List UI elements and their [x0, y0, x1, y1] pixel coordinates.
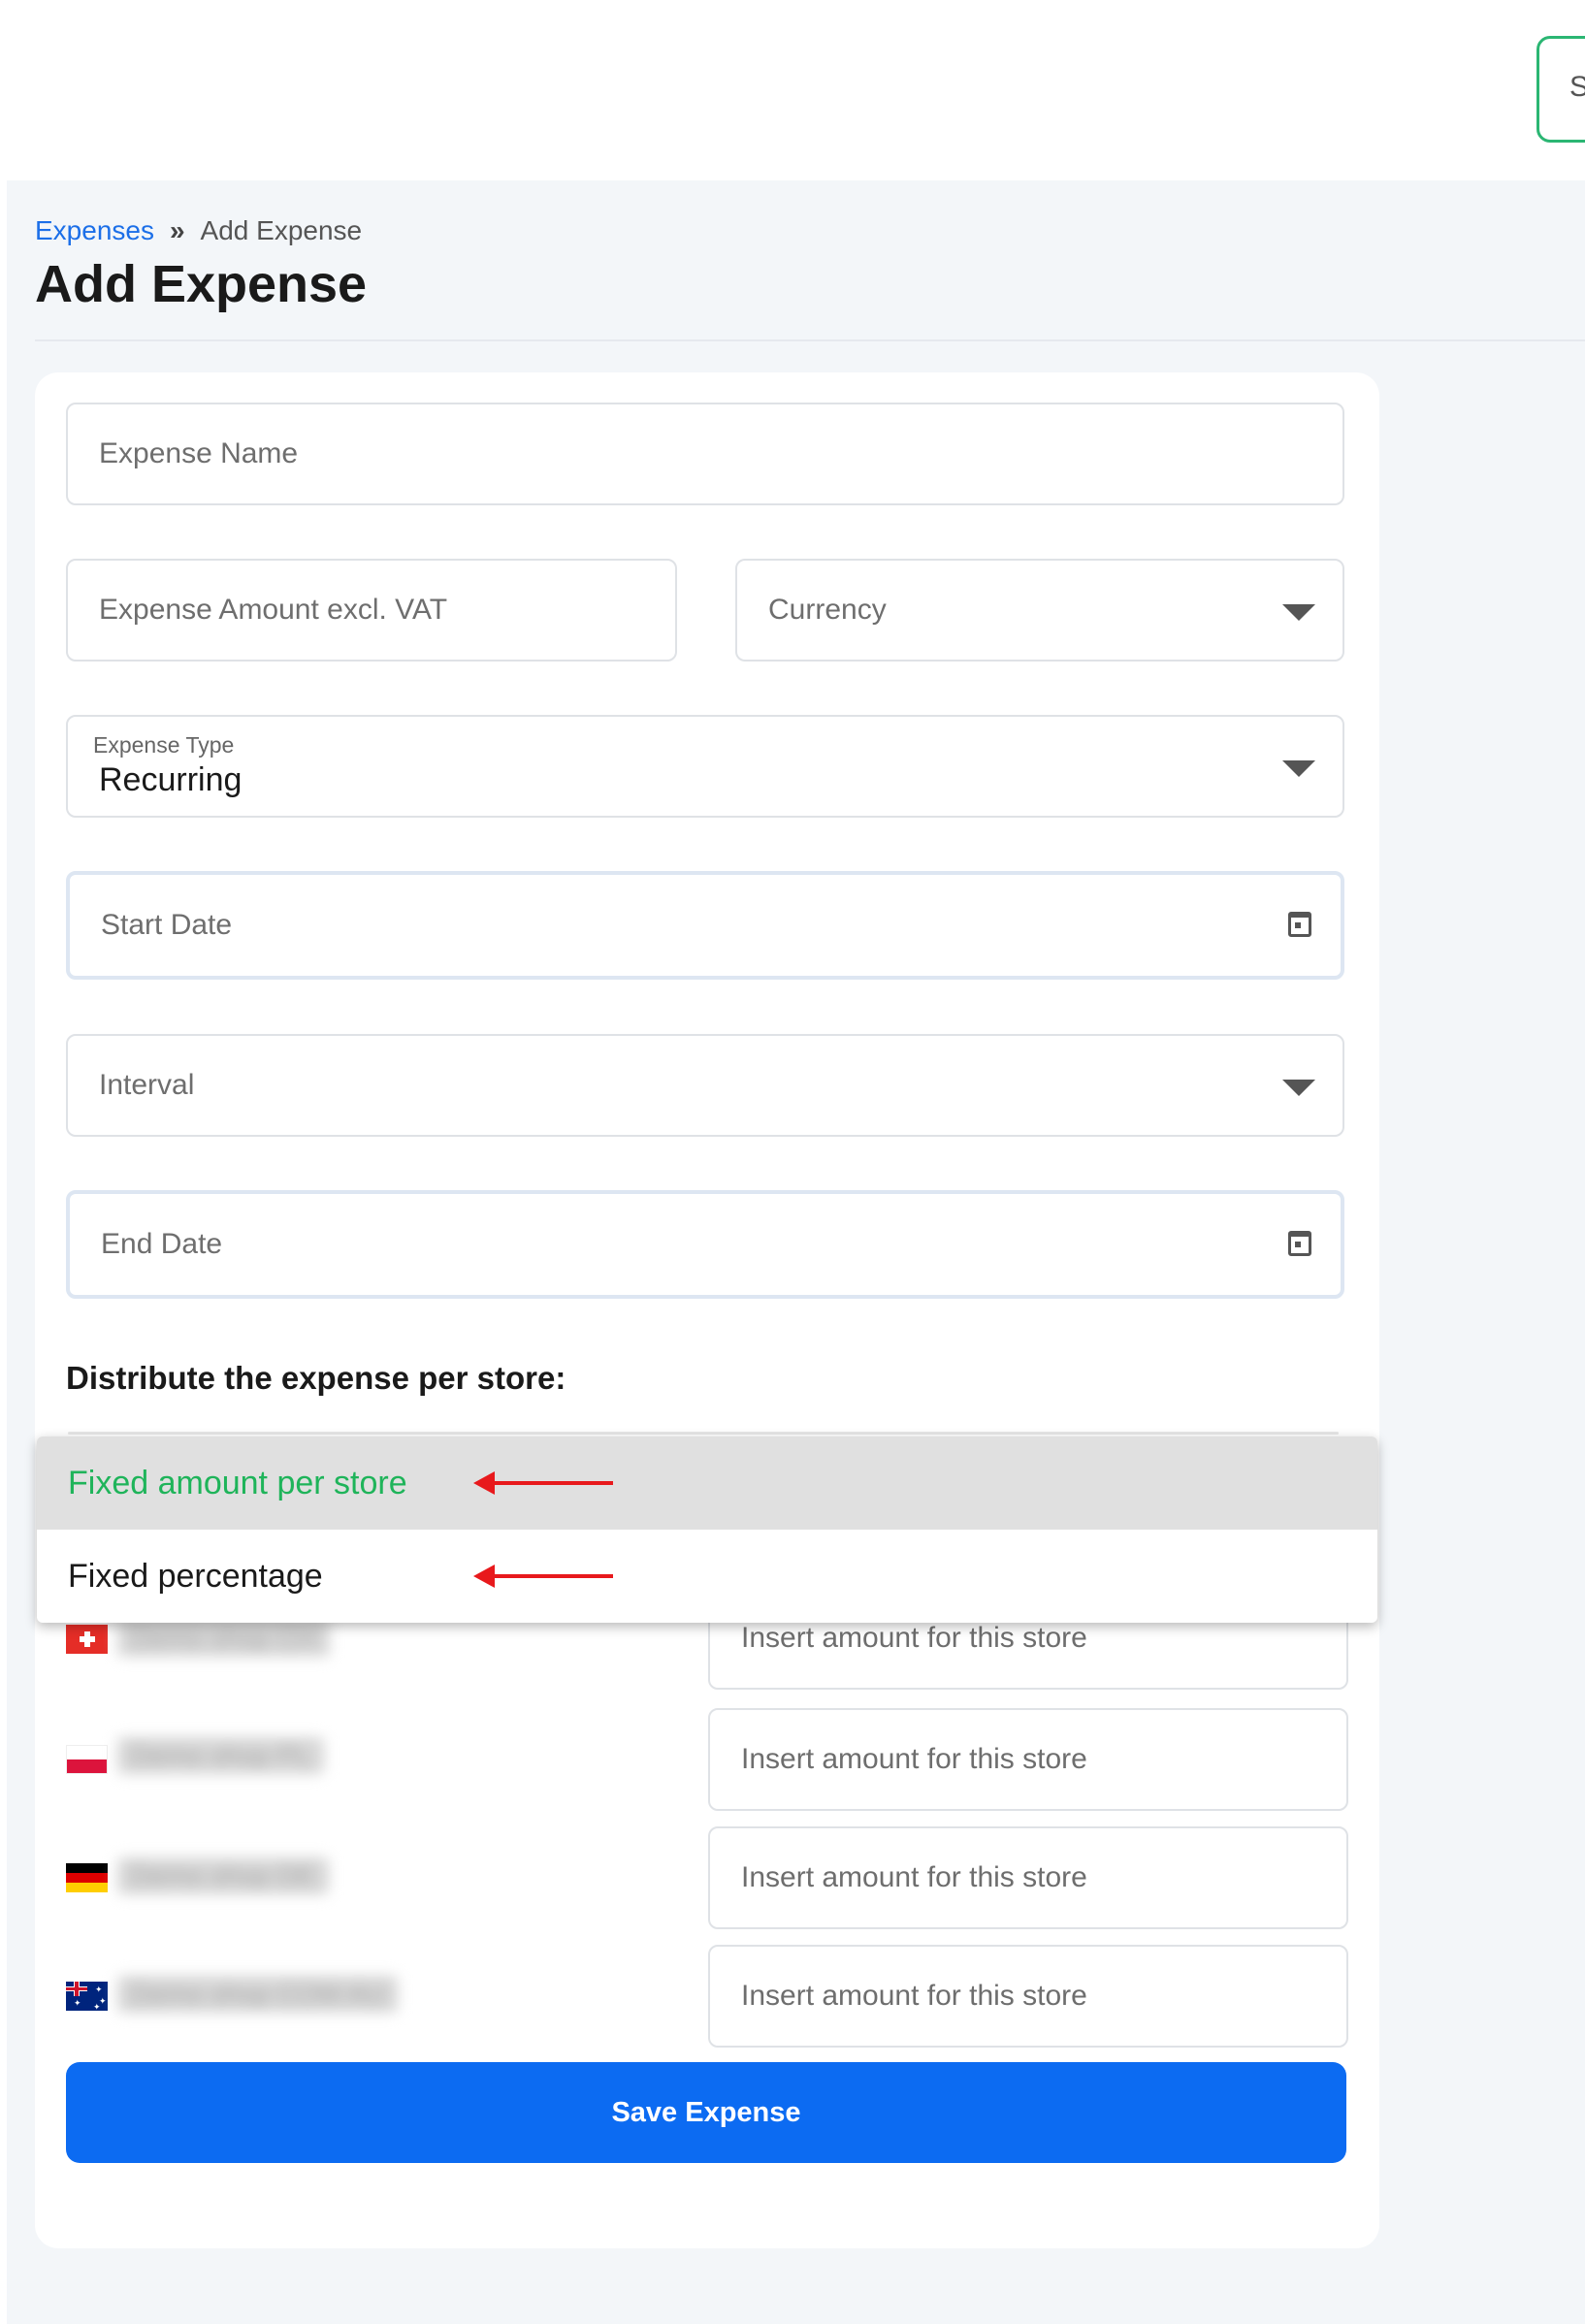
currency-select[interactable]: Currency	[735, 559, 1344, 662]
top-right-button[interactable]: S	[1536, 36, 1585, 143]
expense-type-label: Expense Type	[93, 732, 235, 758]
germany-flag-icon	[66, 1863, 108, 1892]
expense-type-select[interactable]: Expense Type Recurring	[66, 715, 1344, 818]
save-expense-button[interactable]: Save Expense	[66, 2062, 1346, 2163]
breadcrumb-expenses-link[interactable]: Expenses	[35, 215, 154, 245]
store-row: Demo shop PL Insert amount for this stor…	[66, 1708, 1348, 1811]
store-name: Demo shop DE	[117, 1857, 329, 1894]
store-amount-placeholder: Insert amount for this store	[741, 1861, 1087, 1893]
caret-down-icon	[1282, 604, 1315, 621]
interval-select[interactable]: Interval	[66, 1034, 1344, 1137]
store-name: Demo shop COM AU	[117, 1976, 399, 2013]
store-row: Demo shop DE Insert amount for this stor…	[66, 1826, 1348, 1929]
expense-amount-input[interactable]: Expense Amount excl. VAT	[66, 559, 677, 662]
store-amount-placeholder: Insert amount for this store	[741, 1622, 1087, 1654]
expense-name-input[interactable]: Expense Name	[66, 403, 1344, 505]
switzerland-flag-icon	[66, 1625, 108, 1654]
caret-down-icon	[1282, 1080, 1315, 1096]
store-amount-input[interactable]: Insert amount for this store	[708, 1826, 1348, 1929]
store-amount-input[interactable]: Insert amount for this store	[708, 1708, 1348, 1811]
distribution-select-edge	[68, 1432, 1339, 1435]
store-row: ✦ ✦ ✦ ✦ Demo shop COM AU Insert amount f…	[66, 1945, 1348, 2048]
menu-option-label: Fixed amount per store	[68, 1465, 407, 1501]
distribute-section-title: Distribute the expense per store:	[66, 1360, 566, 1396]
store-name: Demo shop PL	[117, 1737, 325, 1774]
annotation-arrow-icon	[473, 1471, 613, 1495]
top-right-button-label: S	[1569, 71, 1585, 103]
expense-amount-placeholder: Expense Amount excl. VAT	[99, 594, 448, 626]
currency-placeholder: Currency	[768, 594, 887, 626]
menu-option-fixed-amount[interactable]: Fixed amount per store	[37, 1436, 1377, 1530]
menu-option-label: Fixed percentage	[68, 1558, 323, 1595]
store-name: Demo shop CH	[117, 1620, 331, 1657]
header-divider	[35, 339, 1585, 341]
left-edge-strip	[0, 180, 7, 2324]
page-title: Add Expense	[35, 255, 368, 313]
calendar-icon[interactable]	[1288, 912, 1311, 937]
start-date-placeholder: Start Date	[101, 909, 233, 941]
breadcrumb-current: Add Expense	[200, 215, 363, 245]
interval-placeholder: Interval	[99, 1069, 195, 1101]
start-date-input[interactable]: Start Date	[66, 871, 1344, 980]
expense-name-placeholder: Expense Name	[99, 437, 299, 469]
breadcrumb: Expenses » Add Expense	[35, 215, 362, 246]
top-bar: S	[0, 0, 1585, 180]
poland-flag-icon	[66, 1745, 108, 1774]
store-amount-input[interactable]: Insert amount for this store	[708, 1945, 1348, 2048]
end-date-input[interactable]: End Date	[66, 1190, 1344, 1299]
store-amount-placeholder: Insert amount for this store	[741, 1980, 1087, 2012]
australia-flag-icon: ✦ ✦ ✦ ✦	[66, 1982, 108, 2011]
menu-option-fixed-percentage[interactable]: Fixed percentage	[37, 1530, 1377, 1623]
breadcrumb-separator: »	[169, 215, 185, 245]
caret-down-icon	[1282, 760, 1315, 777]
expense-type-value: Recurring	[99, 761, 243, 798]
distribution-method-menu: Fixed amount per store Fixed percentage	[37, 1436, 1377, 1623]
annotation-arrow-icon	[473, 1565, 613, 1588]
calendar-icon[interactable]	[1288, 1231, 1311, 1256]
store-amount-placeholder: Insert amount for this store	[741, 1743, 1087, 1775]
end-date-placeholder: End Date	[101, 1228, 223, 1260]
